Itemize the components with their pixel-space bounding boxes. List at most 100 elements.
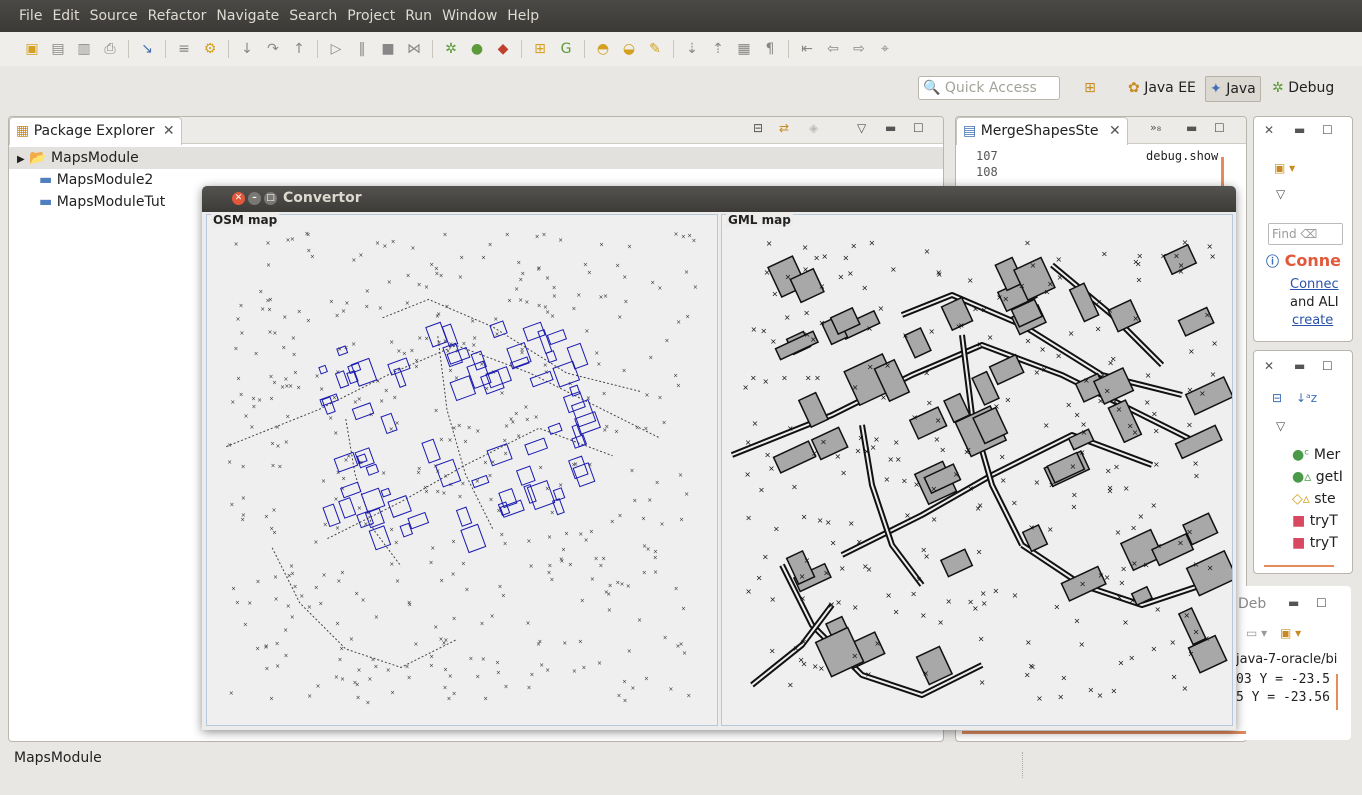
close-icon[interactable]: ✕ — [232, 192, 245, 205]
terminate-icon[interactable]: ■ — [380, 41, 396, 57]
back-icon[interactable]: ⇦ — [825, 41, 841, 57]
minimize-icon[interactable]: ▬ — [1294, 123, 1305, 137]
minimize-icon[interactable]: ▬ — [1294, 359, 1305, 373]
last-edit-icon[interactable]: ⇤ — [799, 41, 815, 57]
new-icon[interactable]: ▣ — [24, 41, 40, 57]
gml-map-canvas[interactable]: × × × × × × × × × × × × × × × × × × × × × × × × × × × × × × × × × × × × × × × ×… — [722, 215, 1232, 725]
menu-file[interactable]: File — [19, 8, 42, 24]
outline-item[interactable]: ◇▵ ste — [1292, 491, 1336, 507]
perspective-debug[interactable]: ✲ Debug — [1272, 76, 1334, 100]
perspective-java[interactable]: ✦ Java — [1205, 76, 1261, 102]
step-icon[interactable]: ≡ — [176, 41, 192, 57]
new-java-class-icon[interactable]: G — [558, 41, 574, 57]
tab-editor-file[interactable]: ▤ MergeShapesSte ✕ — [956, 117, 1128, 145]
menu-project[interactable]: Project — [347, 8, 395, 24]
sort-icon[interactable]: ↓ᵃz — [1296, 391, 1317, 405]
print-icon[interactable]: ⎙ — [102, 41, 118, 57]
skip-breakpoints-icon[interactable]: ↘ — [139, 41, 155, 57]
forward-icon[interactable]: ⇨ — [851, 41, 867, 57]
step-return-icon[interactable]: ↑ — [291, 41, 307, 57]
open-console-icon[interactable]: ▣ ▾ — [1280, 626, 1301, 640]
osm-node-mark: × — [336, 578, 341, 585]
open-type-icon[interactable]: ◓ — [595, 41, 611, 57]
maximize-icon[interactable]: ☐ — [1322, 359, 1333, 373]
step-into-icon[interactable]: ↓ — [239, 41, 255, 57]
view-menu-icon[interactable]: ▽ — [857, 121, 866, 135]
perspective-java-ee[interactable]: ✿ Java EE — [1128, 76, 1196, 100]
connect-link[interactable]: Connec — [1290, 277, 1339, 292]
menu-help[interactable]: Help — [507, 8, 539, 24]
minimize-icon[interactable]: ▬ — [885, 121, 896, 135]
collapse-all-icon[interactable]: ⊟ — [753, 121, 763, 135]
maximize-icon[interactable]: ☐ — [1214, 121, 1225, 135]
maximize-icon[interactable]: ☐ — [1316, 596, 1327, 610]
step-over-icon[interactable]: ↷ — [265, 41, 281, 57]
osm-node-mark: × — [315, 373, 320, 380]
maximize-icon[interactable]: ☐ — [1322, 123, 1333, 137]
suspend-icon[interactable]: ‖ — [354, 41, 370, 57]
osm-map-canvas[interactable]: ××××××××××××××××××××××××××××××××××××××××… — [207, 215, 717, 725]
osm-node-mark: × — [691, 237, 696, 244]
gml-map-panel[interactable]: × × × × × × × × × × × × × × × × × × × × × × × × × × × × × × × × × × × × × × × ×… — [721, 213, 1233, 726]
save-all-icon[interactable]: ▥ — [76, 41, 92, 57]
close-icon[interactable]: ✕ — [1264, 359, 1274, 373]
link-with-editor-icon[interactable]: ⇄ — [779, 121, 789, 135]
view-menu-icon[interactable]: ▽ — [1276, 419, 1285, 433]
drop-frame-icon[interactable]: ⚙ — [202, 41, 218, 57]
annotation-prev-icon[interactable]: ⇡ — [710, 41, 726, 57]
editor-overflow-button[interactable]: »₈ — [1150, 121, 1161, 134]
menu-search[interactable]: Search — [289, 8, 337, 24]
tab-package-explorer[interactable]: ▦ Package Explorer ✕ — [9, 117, 182, 145]
tree-item-project[interactable]: ▶ 📂 MapsModule — [9, 147, 943, 169]
open-task-icon[interactable]: ◒ — [621, 41, 637, 57]
run-icon[interactable]: ● — [469, 41, 485, 57]
resume-icon[interactable]: ▷ — [328, 41, 344, 57]
new-task-icon[interactable]: ▣ ▾ — [1274, 161, 1295, 175]
display-selected-console-icon[interactable]: ▭ ▾ — [1246, 626, 1267, 640]
maximize-icon[interactable]: □ — [264, 192, 277, 205]
pin-editor-icon[interactable]: ⌖ — [877, 41, 893, 57]
find-input[interactable]: Find ⌫ — [1268, 223, 1343, 245]
menu-run[interactable]: Run — [405, 8, 432, 24]
gml-node-mark: × — [895, 455, 902, 464]
toggle-mark-icon[interactable]: ▦ — [736, 41, 752, 57]
close-icon[interactable]: ✕ — [163, 123, 175, 139]
minimize-icon[interactable]: – — [248, 192, 261, 205]
save-icon[interactable]: ▤ — [50, 41, 66, 57]
search-icon[interactable]: ✎ — [647, 41, 663, 57]
menu-navigate[interactable]: Navigate — [216, 8, 279, 24]
editor-hscroll[interactable] — [962, 731, 1246, 734]
osm-map-panel[interactable]: × × × × × × × × × × × × × × × × × × × × × × × × × × × × × × × × × × × × × × × ×… — [206, 213, 718, 726]
outline-item[interactable]: ●▵ getI — [1292, 469, 1343, 485]
debug-icon[interactable]: ✲ — [443, 41, 459, 57]
external-tools-icon[interactable]: ◆ — [495, 41, 511, 57]
clear-icon[interactable]: ⌫ — [1300, 227, 1317, 241]
quick-access-input[interactable]: 🔍 Quick Access — [918, 76, 1060, 100]
create-link[interactable]: create — [1292, 313, 1333, 328]
outline-item[interactable]: ■ tryT — [1292, 513, 1338, 529]
collapse-all-icon[interactable]: ⊟ — [1272, 391, 1282, 405]
show-whitespace-icon[interactable]: ¶ — [762, 41, 778, 57]
focus-icon[interactable]: ◈ — [809, 121, 818, 135]
menu-refactor[interactable]: Refactor — [148, 8, 207, 24]
maximize-icon[interactable]: ☐ — [913, 121, 924, 135]
annotation-next-icon[interactable]: ⇣ — [684, 41, 700, 57]
minimize-icon[interactable]: ▬ — [1186, 121, 1197, 135]
view-menu-icon[interactable]: ▽ — [1276, 187, 1285, 201]
close-icon[interactable]: ✕ — [1109, 123, 1121, 139]
disconnect-icon[interactable]: ⋈ — [406, 41, 422, 57]
open-perspective-button[interactable]: ⊞ — [1080, 76, 1100, 100]
outline-item[interactable]: ■ tryT — [1292, 535, 1338, 551]
code-line[interactable]: debug.show — [1146, 149, 1218, 163]
new-java-package-icon[interactable]: ⊞ — [532, 41, 548, 57]
menu-edit[interactable]: Edit — [52, 8, 79, 24]
outline-item[interactable]: ●ᶜ Mer — [1292, 447, 1340, 463]
osm-node-mark: × — [269, 396, 274, 403]
minimize-icon[interactable]: ▬ — [1288, 596, 1299, 610]
close-icon[interactable]: ✕ — [1264, 123, 1274, 137]
convertor-titlebar[interactable]: ✕ – □ Convertor — [202, 186, 1236, 212]
menu-source[interactable]: Source — [90, 8, 138, 24]
expand-arrow-icon[interactable]: ▶ — [17, 154, 25, 165]
osm-node-mark: × — [390, 689, 395, 696]
menu-window[interactable]: Window — [442, 8, 497, 24]
